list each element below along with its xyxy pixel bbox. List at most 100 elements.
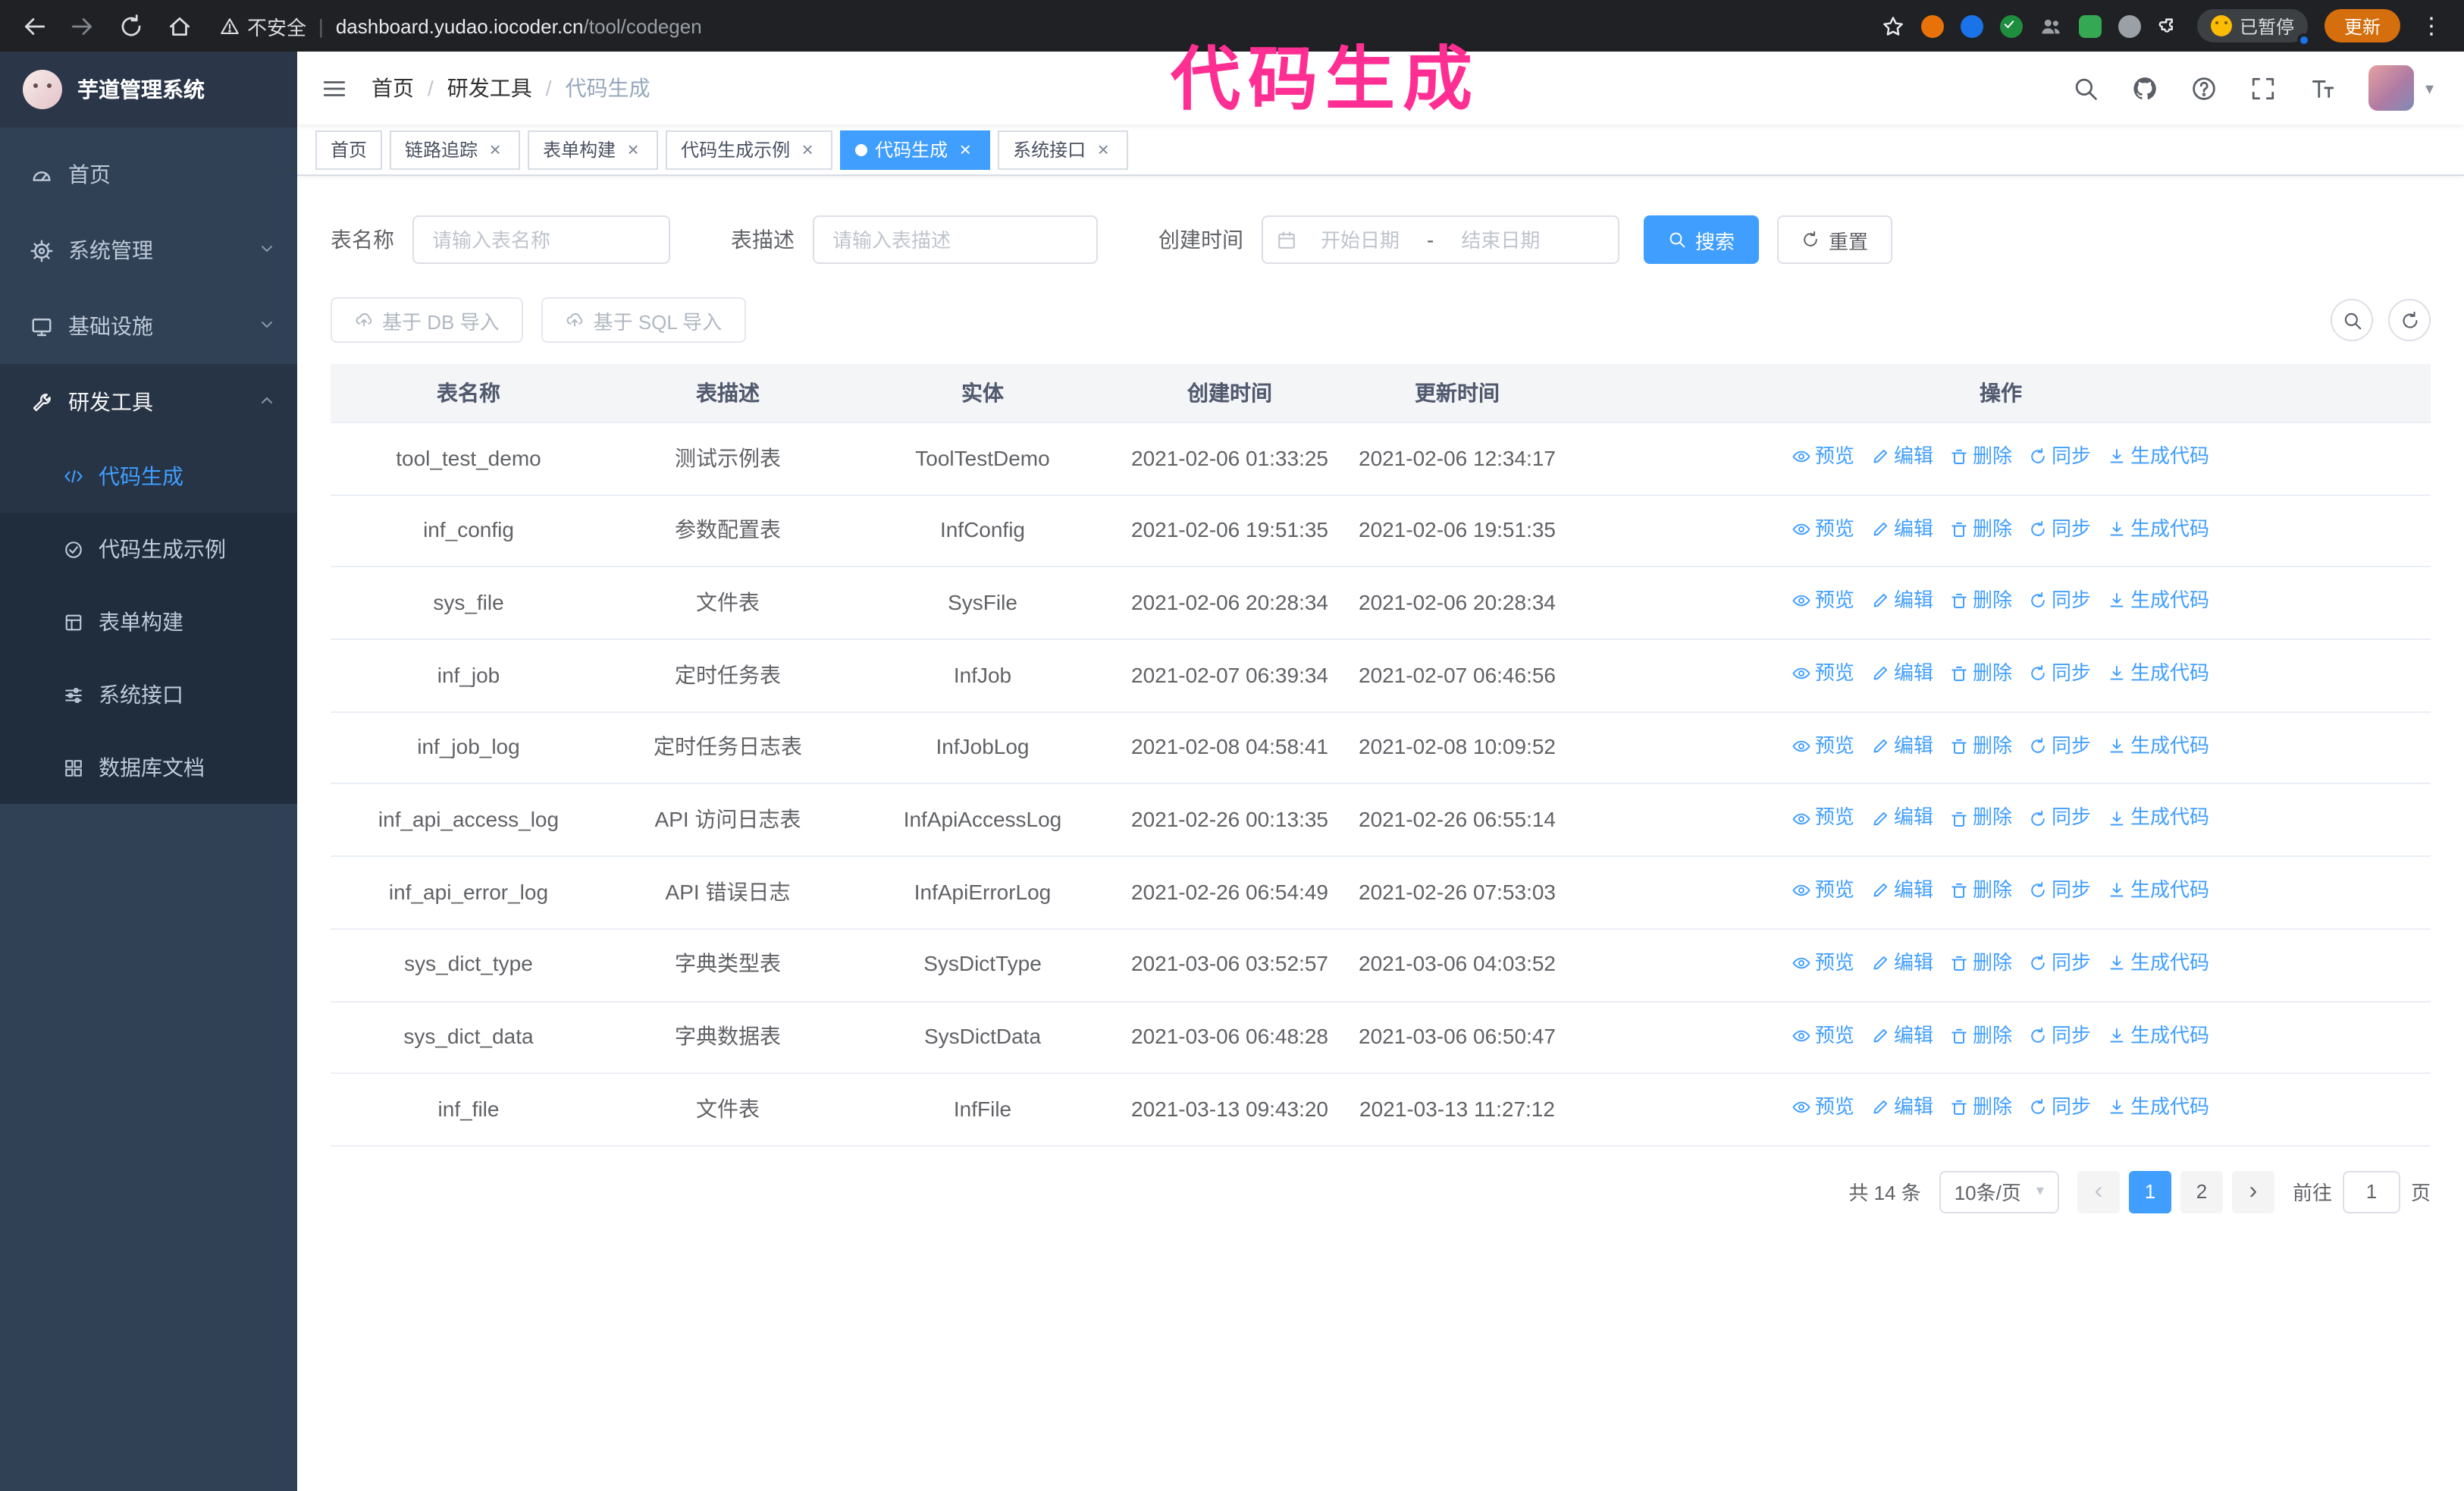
sidebar-item-system-api[interactable]: 系统接口	[0, 658, 297, 731]
table-name-input[interactable]	[412, 215, 670, 264]
delete-link[interactable]: 删除	[1950, 950, 2012, 977]
extension-green-icon[interactable]	[2078, 14, 2102, 37]
search-button[interactable]: 搜索	[1644, 215, 1760, 264]
sidebar-item-db-docs[interactable]: 数据库文档	[0, 731, 297, 804]
fullscreen-icon[interactable]	[2251, 75, 2277, 101]
generate-code-link[interactable]: 生成代码	[2108, 588, 2209, 615]
app-logo[interactable]: 芋道管理系统	[0, 52, 297, 127]
sidebar-item-system[interactable]: 系统管理	[0, 212, 297, 288]
reload-icon[interactable]	[118, 13, 144, 39]
tab-form-builder[interactable]: 表单构建 ×	[528, 130, 659, 169]
page-button-2[interactable]: 2	[2180, 1170, 2223, 1213]
goto-page-input[interactable]	[2342, 1170, 2400, 1213]
github-icon[interactable]	[2133, 75, 2158, 101]
preview-link[interactable]: 预览	[1792, 660, 1854, 687]
sync-link[interactable]: 同步	[2029, 660, 2091, 687]
home-icon[interactable]	[167, 13, 193, 39]
delete-link[interactable]: 删除	[1950, 588, 2012, 615]
delete-link[interactable]: 删除	[1950, 660, 2012, 687]
generate-code-link[interactable]: 生成代码	[2108, 950, 2209, 977]
sidebar-item-codegen[interactable]: 代码生成	[0, 440, 297, 513]
sidebar-item-infra[interactable]: 基础设施	[0, 288, 297, 364]
toggle-search-button[interactable]	[2331, 299, 2373, 341]
edit-link[interactable]: 编辑	[1871, 660, 1933, 687]
edit-link[interactable]: 编辑	[1871, 733, 1933, 760]
edit-link[interactable]: 编辑	[1871, 950, 1933, 977]
close-icon[interactable]: ×	[1093, 140, 1113, 159]
preview-link[interactable]: 预览	[1792, 805, 1854, 832]
generate-code-link[interactable]: 生成代码	[2108, 443, 2209, 470]
table-desc-input[interactable]	[813, 215, 1098, 264]
close-icon[interactable]: ×	[623, 140, 643, 159]
delete-link[interactable]: 删除	[1950, 805, 2012, 832]
edit-link[interactable]: 编辑	[1871, 1094, 1933, 1121]
tab-system-api[interactable]: 系统接口 ×	[998, 130, 1129, 169]
sync-link[interactable]: 同步	[2029, 1094, 2091, 1121]
extension-users-icon[interactable]	[2039, 14, 2062, 37]
security-warning[interactable]: 不安全	[220, 11, 306, 40]
address-bar[interactable]: 不安全 | dashboard.yudao.iocoder.cn/tool/co…	[220, 11, 1882, 40]
import-sql-button[interactable]: 基于 SQL 导入	[541, 297, 747, 343]
extension-gray-icon[interactable]	[2118, 14, 2141, 37]
close-icon[interactable]: ×	[955, 140, 975, 159]
sync-link[interactable]: 同步	[2029, 733, 2091, 760]
extension-orange-icon[interactable]	[1920, 14, 1944, 37]
next-page-button[interactable]: ›	[2231, 1170, 2274, 1213]
prev-page-button[interactable]: ‹	[2077, 1170, 2120, 1213]
delete-link[interactable]: 删除	[1950, 877, 2012, 904]
tab-codegen[interactable]: 代码生成 ×	[840, 130, 991, 169]
page-size-select[interactable]: 10条/页 ▾	[1939, 1170, 2059, 1213]
close-icon[interactable]: ×	[485, 140, 505, 159]
preview-link[interactable]: 预览	[1792, 588, 1854, 615]
breadcrumb-home[interactable]: 首页	[371, 73, 414, 103]
import-db-button[interactable]: 基于 DB 导入	[331, 297, 524, 343]
generate-code-link[interactable]: 生成代码	[2108, 733, 2209, 760]
date-start-input[interactable]	[1303, 227, 1418, 253]
edit-link[interactable]: 编辑	[1871, 588, 1933, 615]
sidebar-item-devtools[interactable]: 研发工具	[0, 364, 297, 440]
hamburger-icon[interactable]	[297, 75, 371, 101]
sync-link[interactable]: 同步	[2029, 588, 2091, 615]
generate-code-link[interactable]: 生成代码	[2108, 660, 2209, 687]
tab-codegen-example[interactable]: 代码生成示例 ×	[666, 130, 833, 169]
profile-paused-badge[interactable]: 已暂停	[2196, 9, 2311, 47]
preview-link[interactable]: 预览	[1792, 515, 1854, 542]
tab-tracing[interactable]: 链路追踪 ×	[390, 130, 521, 169]
chrome-update-button[interactable]: 更新	[2324, 9, 2400, 42]
delete-link[interactable]: 删除	[1950, 733, 2012, 760]
generate-code-link[interactable]: 生成代码	[2108, 1022, 2209, 1049]
sync-link[interactable]: 同步	[2029, 1022, 2091, 1049]
extension-check-icon[interactable]	[1999, 14, 2023, 37]
refresh-table-button[interactable]	[2388, 299, 2431, 341]
delete-link[interactable]: 删除	[1950, 1094, 2012, 1121]
sync-link[interactable]: 同步	[2029, 877, 2091, 904]
edit-link[interactable]: 编辑	[1871, 1022, 1933, 1049]
sync-link[interactable]: 同步	[2029, 515, 2091, 542]
preview-link[interactable]: 预览	[1792, 950, 1854, 977]
close-icon[interactable]: ×	[798, 140, 817, 159]
generate-code-link[interactable]: 生成代码	[2108, 877, 2209, 904]
delete-link[interactable]: 删除	[1950, 443, 2012, 470]
bookmark-star-icon[interactable]	[1882, 14, 1904, 37]
user-menu[interactable]: ▾	[2368, 65, 2434, 111]
sidebar-item-codegen-example[interactable]: 代码生成示例	[0, 513, 297, 585]
sync-link[interactable]: 同步	[2029, 805, 2091, 832]
generate-code-link[interactable]: 生成代码	[2108, 805, 2209, 832]
date-end-input[interactable]	[1443, 227, 1559, 253]
sidebar-item-form-builder[interactable]: 表单构建	[0, 585, 297, 658]
date-range-picker[interactable]: -	[1262, 215, 1619, 264]
url-text[interactable]: dashboard.yudao.iocoder.cn/tool/codegen	[336, 14, 702, 37]
page-button-1[interactable]: 1	[2128, 1170, 2171, 1213]
extension-blue-icon[interactable]	[1960, 14, 1983, 37]
search-icon[interactable]	[2074, 75, 2099, 101]
tab-home[interactable]: 首页	[315, 130, 383, 169]
preview-link[interactable]: 预览	[1792, 1022, 1854, 1049]
sync-link[interactable]: 同步	[2029, 443, 2091, 470]
forward-icon[interactable]	[70, 13, 96, 39]
preview-link[interactable]: 预览	[1792, 1094, 1854, 1121]
delete-link[interactable]: 删除	[1950, 515, 2012, 542]
generate-code-link[interactable]: 生成代码	[2108, 1094, 2209, 1121]
help-icon[interactable]	[2192, 75, 2218, 101]
preview-link[interactable]: 预览	[1792, 733, 1854, 760]
generate-code-link[interactable]: 生成代码	[2108, 515, 2209, 542]
